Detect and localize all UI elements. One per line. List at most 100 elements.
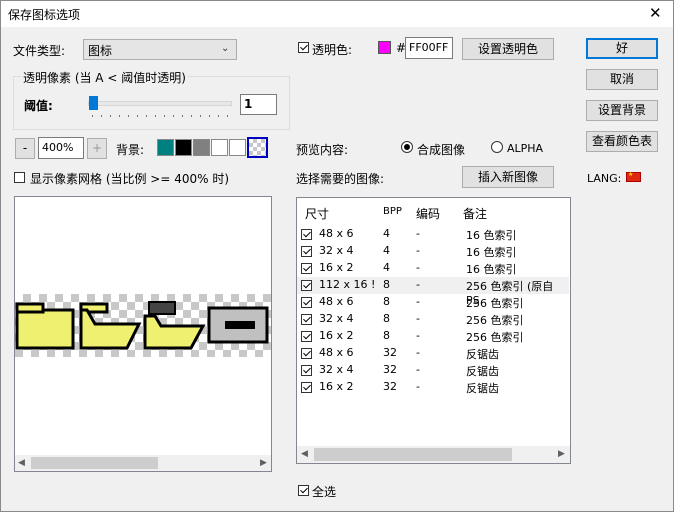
transparent-color-checkbox[interactable] [298, 42, 309, 53]
select-all-checkbox[interactable] [298, 485, 309, 496]
background-swatch[interactable] [157, 139, 174, 156]
list-item[interactable]: 32 x 4 32 - 反锯齿 [297, 362, 569, 379]
folder-open-icon [79, 302, 142, 350]
row-checkbox[interactable] [301, 263, 312, 274]
slider-ticks [92, 115, 228, 117]
row-checkbox[interactable] [301, 331, 312, 342]
list-scroll-thumb[interactable] [314, 448, 512, 461]
pixel-grid-label: 显示像素网格 (当比例 >= 400% 时) [30, 172, 230, 186]
preview-content-label: 预览内容: [296, 143, 349, 157]
row-note: 256 色索引 [466, 331, 524, 344]
preview-image [15, 301, 269, 350]
list-scroll-right-icon[interactable]: ▶ [558, 449, 565, 459]
list-item[interactable]: 112 x 16 ! 8-256 色索引 (原自 PS [297, 277, 569, 307]
folder-partial-icon [143, 301, 206, 350]
scroll-thumb[interactable] [31, 457, 158, 469]
row-encoding: - [416, 312, 420, 325]
header-encoding[interactable]: 编码 [416, 205, 440, 222]
transparency-group-title: 透明像素 (当 A < 阈值时透明) [21, 69, 188, 86]
list-item[interactable]: 16 x 2 32 - 反锯齿 [297, 379, 569, 396]
ok-button[interactable]: 好 [586, 38, 658, 59]
china-flag-icon[interactable]: ★ [626, 171, 641, 182]
transparent-color-input[interactable]: FF00FF [405, 37, 453, 59]
list-item[interactable]: 48 x 6 8 - 256 色索引 [297, 294, 569, 311]
select-images-label: 选择需要的图像: [296, 172, 385, 186]
row-encoding: - [416, 244, 420, 257]
threshold-slider[interactable] [88, 96, 232, 120]
row-size: 16 x 2 [319, 380, 354, 393]
transparent-color-swatch[interactable] [378, 41, 391, 54]
view-palette-button[interactable]: 查看颜色表 [586, 131, 658, 152]
row-note: 256 色索引 [466, 297, 524, 310]
row-checkbox[interactable] [301, 365, 312, 376]
row-encoding: - [416, 227, 420, 240]
custom-background-button[interactable] [247, 137, 268, 158]
row-checkbox[interactable] [301, 297, 312, 308]
background-swatch[interactable] [193, 139, 210, 156]
list-item[interactable]: 16 x 2 8 - 256 色索引 [297, 328, 569, 345]
row-size: 16 x 2 [319, 261, 354, 274]
background-swatch[interactable] [175, 139, 192, 156]
zoom-out-button[interactable]: - [15, 138, 35, 159]
row-note: 反锯齿 [466, 365, 499, 378]
pixel-grid-checkbox[interactable] [14, 172, 25, 183]
preview-panel[interactable] [14, 196, 272, 472]
background-swatch[interactable] [211, 139, 228, 156]
list-item[interactable]: 32 x 4 8 - 256 色索引 [297, 311, 569, 328]
drive-icon [207, 306, 269, 344]
row-bpp: 4 [383, 244, 390, 257]
row-checkbox[interactable] [301, 348, 312, 359]
row-encoding: - [416, 278, 420, 291]
zoom-in-button[interactable]: + [87, 138, 107, 159]
row-note: 256 色索引 [466, 314, 524, 327]
list-header: 尺寸 BPP 编码 备注 [297, 198, 570, 226]
row-encoding: - [416, 329, 420, 342]
cancel-button[interactable]: 取消 [586, 69, 658, 90]
row-bpp: 8 [383, 278, 390, 291]
scroll-right-icon[interactable]: ▶ [260, 458, 267, 468]
list-item[interactable]: 32 x 4 4 - 16 色索引 [297, 243, 569, 260]
set-transparent-color-button[interactable]: 设置透明色 [462, 38, 554, 60]
row-bpp: 8 [383, 295, 390, 308]
composite-image-radio[interactable] [401, 141, 413, 153]
zoom-input[interactable]: 400% [38, 137, 84, 159]
row-checkbox[interactable] [301, 229, 312, 240]
scroll-left-icon[interactable]: ◀ [18, 458, 25, 468]
list-item[interactable]: 48 x 6 4 - 16 色索引 [297, 226, 569, 243]
row-encoding: - [416, 346, 420, 359]
row-bpp: 32 [383, 346, 397, 359]
close-icon[interactable]: ✕ [649, 4, 662, 22]
file-type-label: 文件类型: [13, 44, 66, 58]
row-checkbox[interactable] [301, 314, 312, 325]
background-swatch[interactable] [229, 139, 246, 156]
threshold-input[interactable]: 1 [240, 94, 277, 115]
row-checkbox[interactable] [301, 280, 312, 291]
insert-image-button[interactable]: 插入新图像 [462, 166, 554, 188]
alpha-radio[interactable] [491, 141, 503, 153]
preview-image-strip [15, 294, 271, 357]
header-bpp[interactable]: BPP [383, 206, 402, 217]
set-background-button[interactable]: 设置背景 [586, 100, 658, 121]
slider-thumb[interactable] [89, 96, 98, 110]
row-checkbox[interactable] [301, 246, 312, 257]
row-encoding: - [416, 295, 420, 308]
row-bpp: 8 [383, 329, 390, 342]
file-type-select[interactable]: 图标 ⌄ [83, 39, 237, 60]
row-size: 48 x 6 [319, 227, 354, 240]
header-note[interactable]: 备注 [463, 205, 487, 222]
preview-hscrollbar[interactable]: ◀ ▶ [15, 455, 271, 471]
row-encoding: - [416, 363, 420, 376]
background-label: 背景: [116, 143, 145, 157]
image-list[interactable]: 尺寸 BPP 编码 备注 48 x 6 4 - 16 色索引 32 x 4 4 - 16 色索… [296, 197, 571, 464]
list-hscrollbar[interactable]: ◀ ▶ [297, 446, 570, 463]
row-bpp: 32 [383, 380, 397, 393]
row-checkbox[interactable] [301, 382, 312, 393]
row-bpp: 4 [383, 261, 390, 274]
alpha-label: ALPHA [507, 142, 544, 155]
list-item[interactable]: 48 x 6 32 - 反锯齿 [297, 345, 569, 362]
list-item[interactable]: 16 x 2 4 - 16 色索引 [297, 260, 569, 277]
row-bpp: 4 [383, 227, 390, 240]
list-scroll-left-icon[interactable]: ◀ [301, 449, 308, 459]
header-size[interactable]: 尺寸 [305, 205, 329, 222]
row-bpp: 8 [383, 312, 390, 325]
